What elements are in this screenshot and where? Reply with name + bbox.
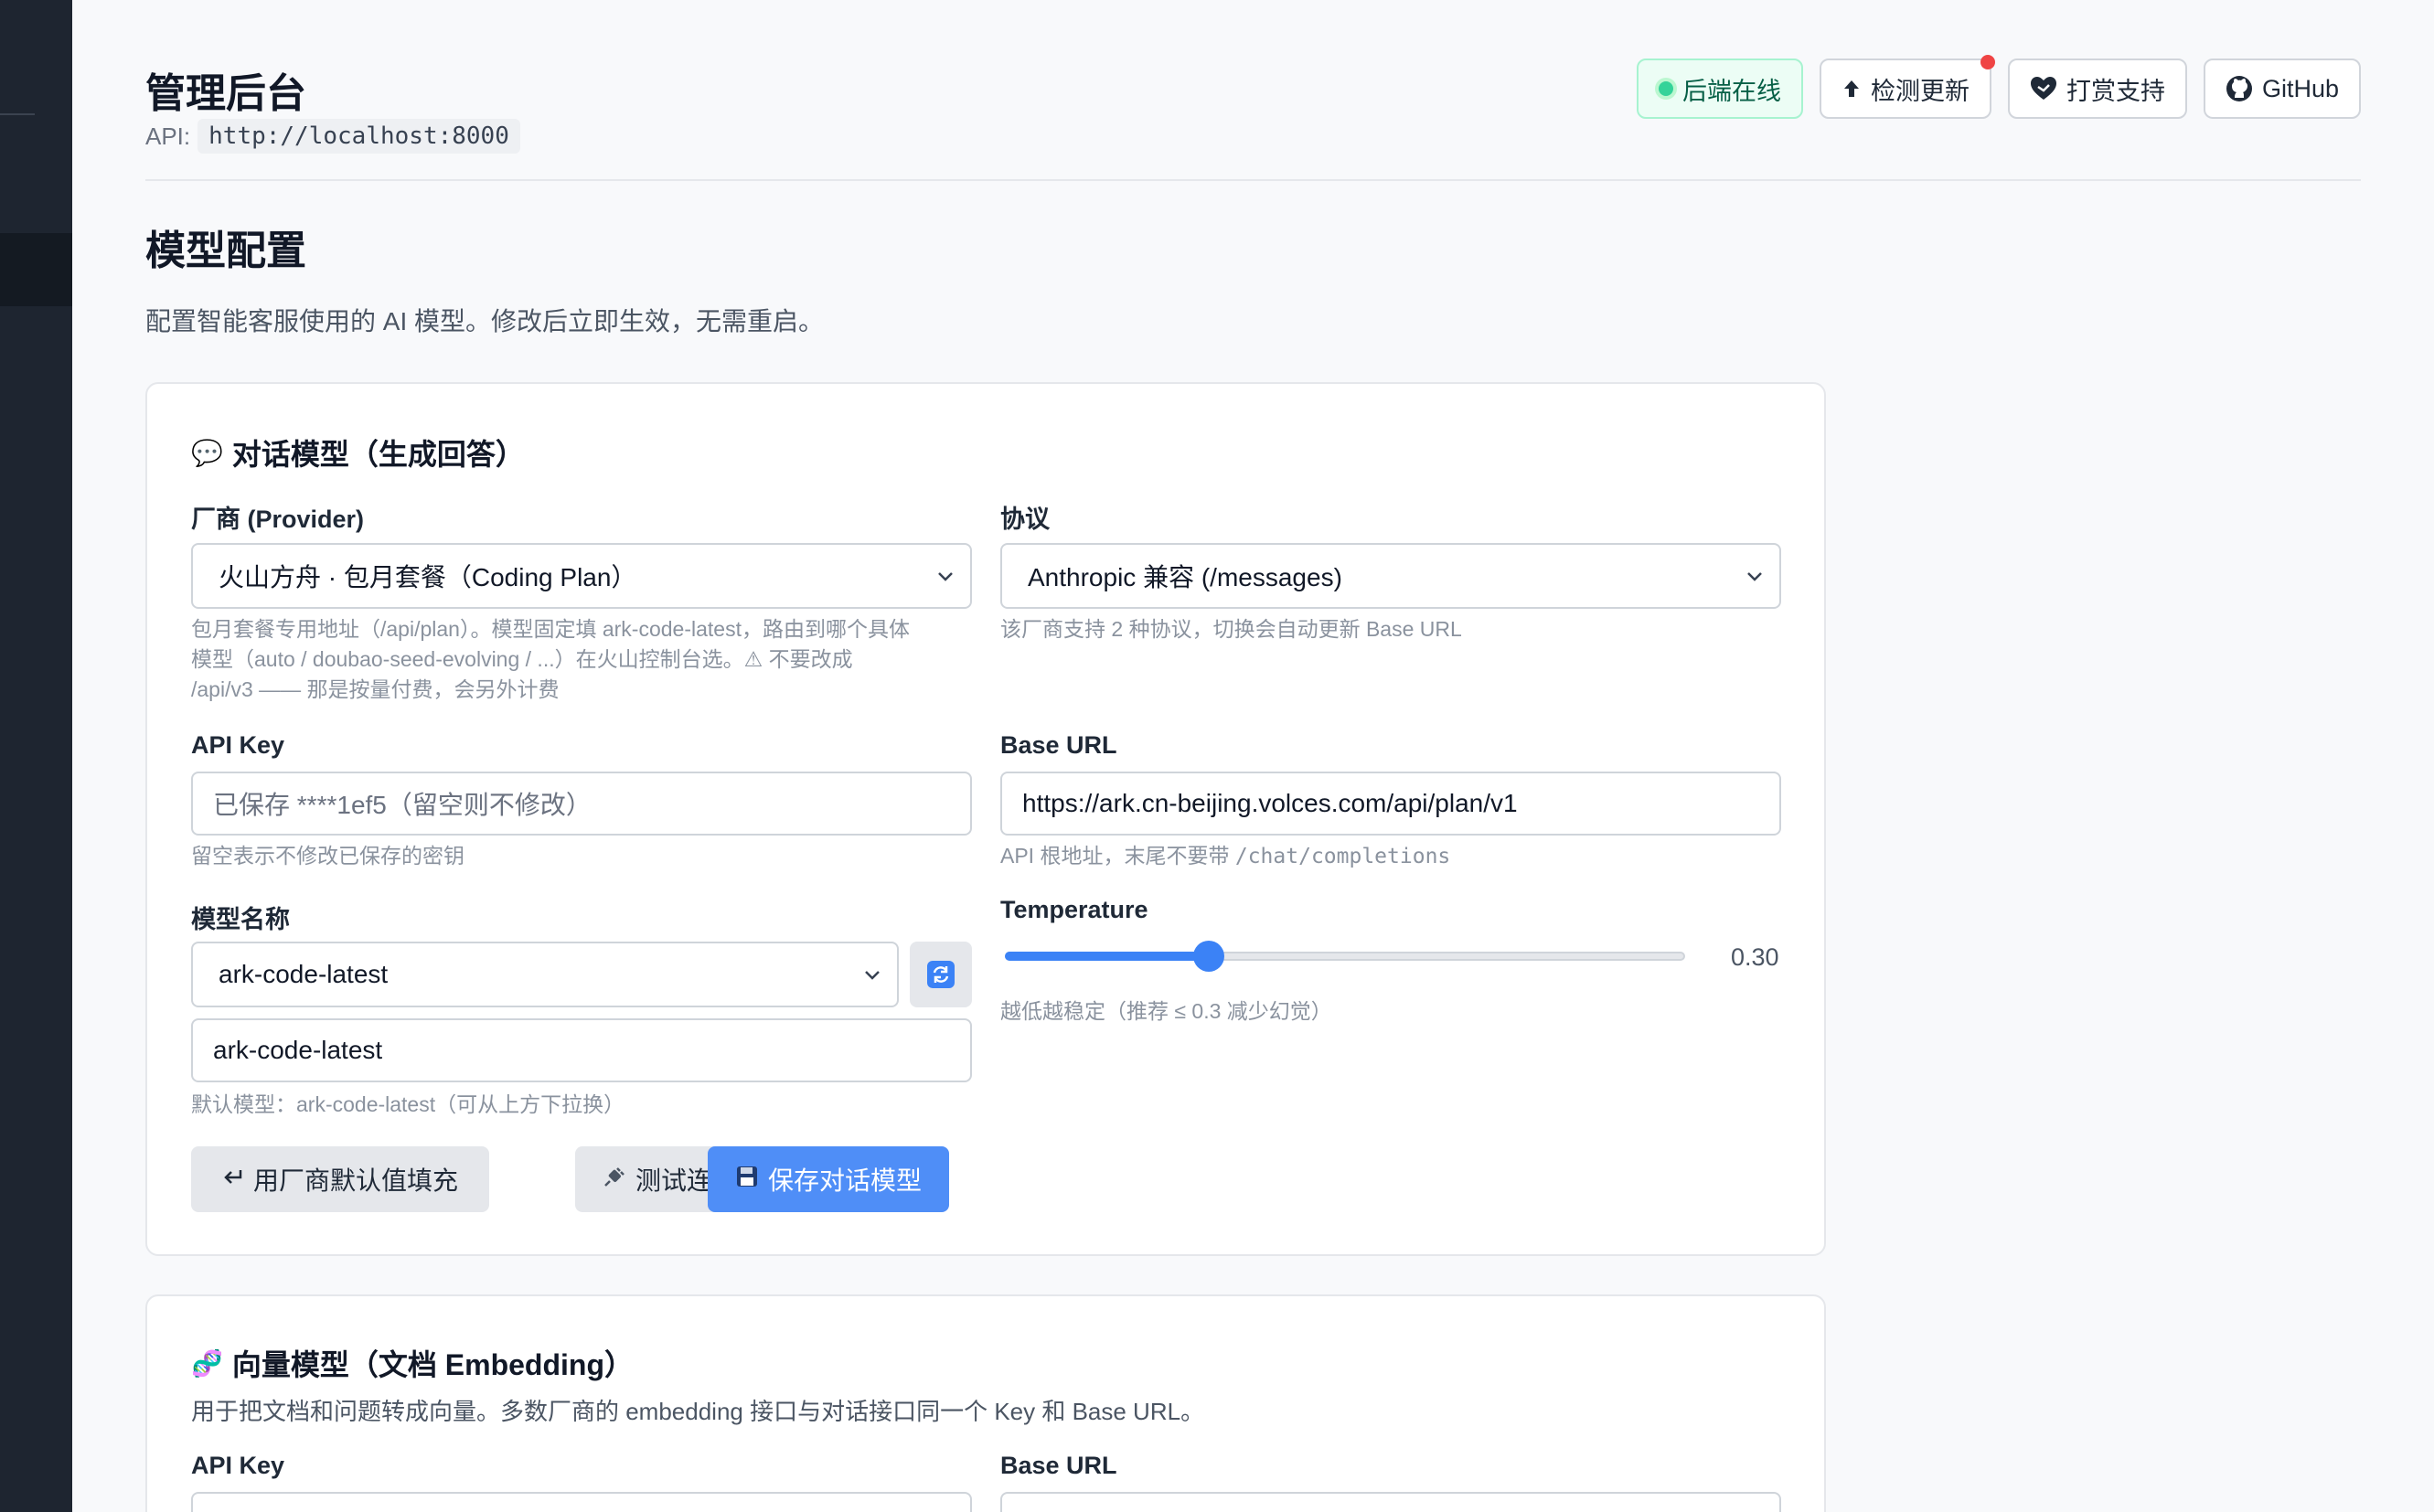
embedding-description: 用于把文档和问题转成向量。多数厂商的 embedding 接口与对话接口同一个 … <box>191 1398 1205 1425</box>
github-label: GitHub <box>2261 74 2339 102</box>
section-description: 配置智能客服使用的 AI 模型。修改后立即生效，无需重启。 <box>145 307 825 335</box>
provider-hint-line: 包月套餐专用地址（/api/plan）。模型固定填 ark-code-lates… <box>191 617 910 641</box>
model-select[interactable]: ark-code-latest <box>191 942 899 1007</box>
return-arrow-icon <box>222 1165 244 1194</box>
model-name-input[interactable]: ark-code-latest <box>191 1018 972 1082</box>
floppy-disk-icon <box>735 1165 759 1195</box>
sidebar-item-active[interactable] <box>0 233 72 306</box>
arrow-up-icon <box>1842 78 1862 100</box>
header-actions: 后端在线 检测更新 打赏支持 GitHub <box>1636 55 2361 119</box>
sidebar <box>0 0 72 1512</box>
donate-button[interactable]: 打赏支持 <box>2007 59 2187 119</box>
app-root: 管理后台 API: http://localhost:8000 后端在线 检测更… <box>0 0 2434 1512</box>
refresh-models-button[interactable] <box>910 942 972 1007</box>
protocol-hint: 该厂商支持 2 种协议，切换会自动更新 Base URL <box>1000 617 1462 641</box>
base-url-input[interactable]: https://ark.cn-beijing.volces.com/api/pl… <box>1000 772 1781 836</box>
check-update-button[interactable]: 检测更新 <box>1819 55 1995 119</box>
section-title: 模型配置 <box>145 229 306 273</box>
embedding-base-url-label: Base URL <box>1000 1452 1117 1479</box>
embedding-card-title-text: 向量模型（文档 Embedding） <box>231 1348 634 1381</box>
provider-select-value: 火山方舟 · 包月套餐（Coding Plan） <box>219 563 637 591</box>
fill-default-label: 用厂商默认值填充 <box>253 1166 459 1195</box>
chevron-down-icon <box>937 564 954 588</box>
temperature-slider[interactable] <box>1005 941 1685 972</box>
status-label: 后端在线 <box>1681 77 1781 105</box>
dna-icon: 🧬 <box>191 1348 223 1378</box>
base-url-hint: API 根地址，末尾不要带 /chat/completions <box>1000 841 1450 872</box>
protocol-select-value: Anthropic 兼容 (/messages) <box>1028 563 1342 591</box>
page-title: 管理后台 <box>145 71 306 116</box>
temperature-hint: 越低越稳定（推荐 ≤ 0.3 减少幻觉） <box>1000 999 1332 1023</box>
embedding-api-key-input[interactable] <box>191 1492 972 1512</box>
embedding-api-key-label: API Key <box>191 1452 285 1479</box>
embedding-card-title: 🧬 向量模型（文档 Embedding） <box>191 1342 634 1384</box>
provider-select[interactable]: 火山方舟 · 包月套餐（Coding Plan） <box>191 543 972 609</box>
slider-fill <box>1005 952 1210 961</box>
model-name-input-value: ark-code-latest <box>213 1036 383 1064</box>
model-name-label: 模型名称 <box>191 906 290 933</box>
base-url-value: https://ark.cn-beijing.volces.com/api/pl… <box>1022 789 1518 817</box>
save-chat-model-button[interactable]: 保存对话模型 <box>708 1146 950 1212</box>
api-key-label: API Key <box>191 731 285 759</box>
api-key-input[interactable]: 已保存 ****1ef5（留空则不修改） <box>191 772 972 836</box>
protocol-select[interactable]: Anthropic 兼容 (/messages) <box>1000 543 1781 609</box>
slider-thumb[interactable] <box>1193 941 1225 972</box>
api-info: API: http://localhost:8000 <box>145 119 520 154</box>
provider-hint-line: 模型（auto / doubao-seed-evolving / ...）在火山… <box>191 647 853 671</box>
main-content: 管理后台 API: http://localhost:8000 后端在线 检测更… <box>72 0 2434 1512</box>
api-label: API: <box>145 122 191 150</box>
speech-bubble-icon: 💬 <box>191 438 223 467</box>
model-hint: 默认模型：ark-code-latest（可从上方下拉换） <box>191 1092 625 1116</box>
save-chat-model-label: 保存对话模型 <box>768 1166 923 1195</box>
model-select-value: ark-code-latest <box>219 960 389 988</box>
embedding-model-card: 🧬 向量模型（文档 Embedding） 用于把文档和问题转成向量。多数厂商的 … <box>145 1294 1826 1512</box>
provider-label: 厂商 (Provider) <box>191 506 365 533</box>
temperature-value: 0.30 <box>1731 943 1779 971</box>
github-icon <box>2226 75 2253 102</box>
status-dot-icon <box>1658 81 1673 96</box>
base-url-label: Base URL <box>1000 731 1117 759</box>
refresh-icon <box>927 961 955 988</box>
chat-model-card: 💬 对话模型（生成回答） 厂商 (Provider) 火山方舟 · 包月套餐（C… <box>145 382 1826 1256</box>
chevron-down-icon <box>1746 564 1763 588</box>
api-key-hint: 留空表示不修改已保存的密钥 <box>191 844 464 868</box>
base-url-hint-text: API 根地址，末尾不要带 <box>1000 844 1235 868</box>
temperature-label: Temperature <box>1000 896 1148 923</box>
page-header: 管理后台 API: http://localhost:8000 后端在线 检测更… <box>145 55 2361 181</box>
github-button[interactable]: GitHub <box>2203 59 2361 119</box>
embedding-base-url-input[interactable] <box>1000 1492 1781 1512</box>
sidebar-divider <box>0 113 35 115</box>
donate-label: 打赏支持 <box>2066 77 2165 105</box>
api-key-placeholder: 已保存 ****1ef5（留空则不修改） <box>213 791 592 819</box>
chat-card-title: 💬 对话模型（生成回答） <box>191 431 525 474</box>
chevron-down-icon <box>864 963 881 986</box>
backend-status-badge: 后端在线 <box>1636 59 1803 119</box>
base-url-hint-code: /chat/completions <box>1234 845 1451 868</box>
provider-hint-line: /api/v3 —— 那是按量付费，会另外计费 <box>191 677 560 701</box>
plug-icon <box>603 1165 626 1195</box>
heart-hands-icon <box>2030 76 2057 101</box>
api-url: http://localhost:8000 <box>197 119 520 154</box>
update-dot-icon <box>1980 55 1995 69</box>
check-update-label: 检测更新 <box>1870 77 1970 105</box>
fill-default-button[interactable]: 用厂商默认值填充 <box>191 1146 490 1212</box>
chat-card-title-text: 对话模型（生成回答） <box>231 438 525 471</box>
protocol-label: 协议 <box>1000 506 1050 533</box>
provider-hint: 包月套餐专用地址（/api/plan）。模型固定填 ark-code-lates… <box>191 614 977 705</box>
